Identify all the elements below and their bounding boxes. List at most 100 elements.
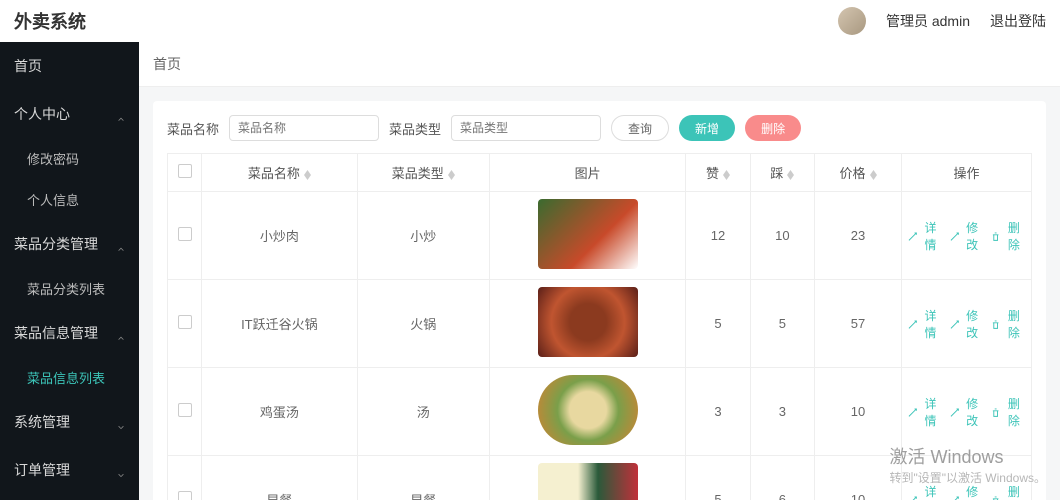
- detail-link[interactable]: 详情: [908, 395, 942, 429]
- detail-link[interactable]: 详情: [908, 483, 942, 500]
- edit-icon: [908, 407, 917, 417]
- delete-link[interactable]: 删除: [991, 307, 1025, 341]
- cell-image: [489, 280, 685, 368]
- search-button[interactable]: 查询: [611, 115, 669, 141]
- filter-type-input[interactable]: [451, 115, 601, 141]
- filter-name-input[interactable]: [229, 115, 379, 141]
- edit-link[interactable]: 修改: [950, 395, 984, 429]
- cell-image: [489, 456, 685, 500]
- breadcrumb: 首页: [139, 42, 1060, 87]
- header-right: 管理员 admin 退出登陆: [838, 7, 1046, 35]
- edit-icon: [950, 407, 959, 417]
- filter-type-label: 菜品类型: [389, 119, 441, 138]
- cell-checkbox: [168, 368, 202, 456]
- cell-name: IT跃迁谷火锅: [202, 280, 358, 368]
- cell-like: 12: [686, 192, 750, 280]
- chevron-down-icon: [117, 418, 125, 426]
- sidebar-item-home[interactable]: 首页: [0, 42, 139, 90]
- trash-icon: [991, 407, 1000, 417]
- sort-icon: [723, 170, 730, 180]
- main-area: 首页 菜品名称 菜品类型 查询 新增 删除 菜品名称 菜品类型 图片: [139, 42, 1060, 500]
- table-header-row: 菜品名称 菜品类型 图片 赞 踩 价格 操作: [168, 154, 1032, 192]
- col-like[interactable]: 赞: [686, 154, 750, 192]
- table-row: 鸡蛋汤 汤 3 3 10 详情 修改 删除: [168, 368, 1032, 456]
- edit-link[interactable]: 修改: [950, 483, 984, 500]
- admin-name: admin: [932, 13, 970, 29]
- sidebar-item-system[interactable]: 系统管理: [0, 398, 139, 446]
- edit-link[interactable]: 修改: [950, 219, 984, 253]
- table-row: 早餐 早餐 5 6 10 详情 修改 删除: [168, 456, 1032, 500]
- cell-price: 10: [815, 456, 902, 500]
- filter-name-label: 菜品名称: [167, 119, 219, 138]
- table-row: IT跃迁谷火锅 火锅 5 5 57 详情 修改 删除: [168, 280, 1032, 368]
- logout-link[interactable]: 退出登陆: [990, 11, 1046, 31]
- admin-info: 管理员 admin: [886, 11, 970, 31]
- row-checkbox[interactable]: [178, 315, 192, 329]
- trash-icon: [991, 319, 1000, 329]
- delete-button[interactable]: 删除: [745, 115, 801, 141]
- cell-actions: 详情 修改 删除: [902, 368, 1032, 456]
- panel: 菜品名称 菜品类型 查询 新增 删除 菜品名称 菜品类型 图片 赞 踩: [153, 101, 1046, 500]
- delete-link[interactable]: 删除: [991, 219, 1025, 253]
- col-price[interactable]: 价格: [815, 154, 902, 192]
- trash-icon: [991, 495, 1000, 500]
- detail-link[interactable]: 详情: [908, 307, 942, 341]
- delete-link[interactable]: 删除: [991, 395, 1025, 429]
- cell-checkbox: [168, 456, 202, 500]
- content: 菜品名称 菜品类型 查询 新增 删除 菜品名称 菜品类型 图片 赞 踩: [139, 87, 1060, 500]
- chevron-down-icon: [117, 466, 125, 474]
- sidebar-item-label: 首页: [14, 56, 42, 76]
- col-name[interactable]: 菜品名称: [202, 154, 358, 192]
- chevron-up-icon: [117, 240, 125, 248]
- detail-link[interactable]: 详情: [908, 219, 942, 253]
- cell-dislike: 10: [750, 192, 814, 280]
- sidebar-item-category[interactable]: 菜品分类管理: [0, 220, 139, 268]
- dish-thumbnail[interactable]: [538, 463, 638, 500]
- sidebar-item-label: 系统管理: [14, 412, 70, 432]
- row-checkbox[interactable]: [178, 491, 192, 500]
- sidebar-sub-dish-list[interactable]: 菜品信息列表: [0, 357, 139, 398]
- edit-icon: [950, 319, 959, 329]
- row-checkbox[interactable]: [178, 227, 192, 241]
- sidebar-sub-change-password[interactable]: 修改密码: [0, 138, 139, 179]
- app-header: 外卖系统 管理员 admin 退出登陆: [0, 0, 1060, 42]
- dish-thumbnail[interactable]: [538, 287, 638, 357]
- edit-link[interactable]: 修改: [950, 307, 984, 341]
- sidebar-item-favorites[interactable]: 我的收藏管理: [0, 494, 139, 500]
- cell-price: 10: [815, 368, 902, 456]
- delete-link[interactable]: 删除: [991, 483, 1025, 500]
- cell-dislike: 6: [750, 456, 814, 500]
- sidebar-item-profile[interactable]: 个人中心: [0, 90, 139, 138]
- sidebar-item-order[interactable]: 订单管理: [0, 446, 139, 494]
- cell-name: 小炒肉: [202, 192, 358, 280]
- col-type[interactable]: 菜品类型: [357, 154, 489, 192]
- col-actions: 操作: [902, 154, 1032, 192]
- edit-icon: [950, 495, 959, 500]
- add-button[interactable]: 新增: [679, 115, 735, 141]
- edit-icon: [908, 231, 917, 241]
- sidebar-sub-profile-info[interactable]: 个人信息: [0, 179, 139, 220]
- cell-name: 早餐: [202, 456, 358, 500]
- app-logo: 外卖系统: [14, 8, 86, 34]
- sidebar-item-label: 菜品分类管理: [14, 234, 98, 254]
- dish-thumbnail[interactable]: [538, 199, 638, 269]
- col-image: 图片: [489, 154, 685, 192]
- sidebar-item-label: 菜品信息管理: [14, 323, 98, 343]
- cell-type: 小炒: [357, 192, 489, 280]
- cell-actions: 详情 修改 删除: [902, 192, 1032, 280]
- avatar[interactable]: [838, 7, 866, 35]
- cell-type: 早餐: [357, 456, 489, 500]
- checkbox-all[interactable]: [178, 164, 192, 178]
- sidebar-item-dish[interactable]: 菜品信息管理: [0, 309, 139, 357]
- row-checkbox[interactable]: [178, 403, 192, 417]
- trash-icon: [991, 231, 1000, 241]
- cell-like: 3: [686, 368, 750, 456]
- col-dislike[interactable]: 踩: [750, 154, 814, 192]
- col-checkbox: [168, 154, 202, 192]
- cell-type: 汤: [357, 368, 489, 456]
- sort-icon: [304, 170, 311, 180]
- sidebar-sub-category-list[interactable]: 菜品分类列表: [0, 268, 139, 309]
- cell-checkbox: [168, 192, 202, 280]
- dish-thumbnail[interactable]: [538, 375, 638, 445]
- sort-icon: [870, 170, 877, 180]
